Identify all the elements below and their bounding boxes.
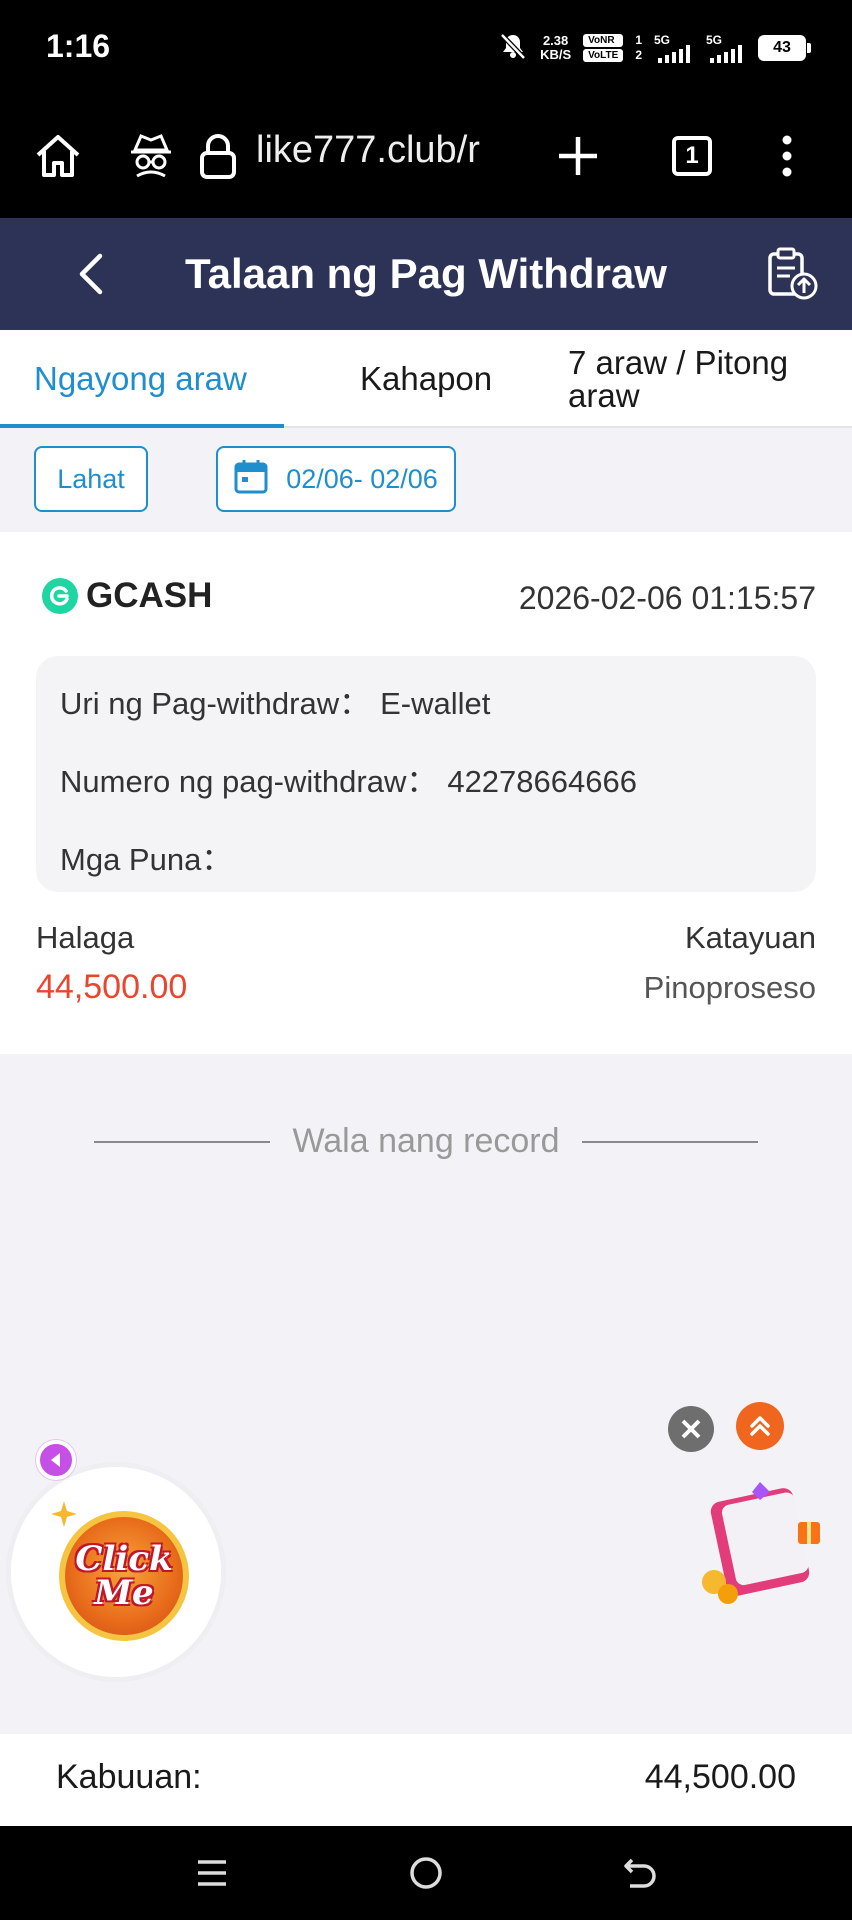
new-tab-icon[interactable]: [556, 126, 600, 186]
page-title: Talaan ng Pag Withdraw: [185, 250, 667, 297]
tab-today[interactable]: Ngayong araw: [34, 330, 247, 428]
gcash-logo-icon: [42, 578, 78, 614]
lock-icon[interactable]: [196, 126, 240, 186]
tab-yesterday[interactable]: Kahapon: [360, 330, 492, 428]
date-range-text: 02/06- 02/06: [286, 463, 438, 494]
calendar-icon: [234, 458, 268, 501]
home-nav-icon[interactable]: [396, 1848, 456, 1898]
battery-icon: 43: [758, 35, 811, 61]
record-datetime: 2026-02-06 01:15:57: [518, 580, 816, 616]
volte-indicator: VoNR VoLTE: [583, 34, 624, 62]
status-bar: 1:16 2.38 KB/S VoNR VoLTE 1 2 5G 5G 43: [0, 0, 852, 96]
record-details: Uri ng Pag-withdraw： E-wallet Numero ng p…: [36, 656, 816, 892]
gift-card-icon: [702, 1482, 820, 1604]
scroll-top-icon[interactable]: [736, 1402, 784, 1450]
signal-bars-icon: [658, 45, 690, 63]
recent-apps-icon[interactable]: [182, 1848, 242, 1898]
total-value: 44,500.00: [644, 1758, 796, 1796]
amount-label: Halaga: [36, 920, 135, 955]
mute-bell-icon: [498, 31, 528, 66]
status-value: Pinoproseso: [643, 970, 816, 1005]
signal-5g-2: 5G: [706, 33, 746, 63]
sparkle-icon: [51, 1501, 77, 1527]
no-more-records: Wala nang record: [0, 1116, 852, 1166]
back-nav-icon[interactable]: [610, 1848, 670, 1898]
system-nav-bar: [0, 1826, 852, 1920]
signal-5g-1: 5G: [654, 33, 694, 63]
click-me-text: Click Me: [75, 1539, 173, 1613]
click-me-coin: Click Me: [59, 1511, 189, 1641]
close-promo-icon[interactable]: [668, 1406, 714, 1452]
status-indicators: 2.38 KB/S VoNR VoLTE 1 2 5G 5G 43: [498, 30, 811, 66]
promo-gift-widget[interactable]: [694, 1478, 834, 1608]
all-filter-button[interactable]: Lahat: [34, 446, 148, 512]
total-label: Kabuuan:: [56, 1758, 202, 1796]
screen: 1:16 2.38 KB/S VoNR VoLTE 1 2 5G 5G 43 l…: [0, 0, 852, 1920]
withdraw-type-row: Uri ng Pag-withdraw： E-wallet: [60, 686, 491, 721]
amount-value: 44,500.00: [36, 968, 188, 1006]
signal-bars-icon: [710, 45, 742, 63]
tab-count: 1: [672, 136, 712, 176]
date-tabs: Ngayong araw Kahapon 7 araw / Pitong ara…: [0, 330, 852, 428]
incognito-icon[interactable]: [128, 126, 174, 186]
tab-switcher-button[interactable]: 1: [670, 126, 714, 186]
status-time: 1:16: [46, 28, 111, 64]
divider-right: [582, 1141, 758, 1143]
browser-toolbar: like777.club/r 1: [0, 96, 852, 218]
more-menu-icon[interactable]: [772, 126, 802, 186]
url-field[interactable]: like777.club/r: [256, 129, 484, 172]
withdraw-number-row: Numero ng pag-withdraw： 42278664666: [60, 764, 637, 799]
home-icon[interactable]: [30, 126, 86, 186]
sim-numbers: 1 2: [635, 33, 642, 62]
collapse-widget-icon[interactable]: [36, 1440, 76, 1480]
total-bar: Kabuuan: 44,500.00: [0, 1734, 852, 1826]
clipboard-upload-icon[interactable]: [764, 246, 820, 302]
provider: GCASH: [42, 576, 212, 616]
tab-seven-days[interactable]: 7 araw / Pitong araw: [568, 330, 828, 428]
network-speed: 2.38 KB/S: [540, 33, 572, 62]
withdraw-record-card[interactable]: GCASH 2026-02-06 01:15:57 Uri ng Pag-wit…: [0, 532, 852, 1054]
app-header: Talaan ng Pag Withdraw: [0, 218, 852, 330]
status-label: Katayuan: [685, 920, 816, 955]
filter-bar: Lahat 02/06- 02/06: [0, 428, 852, 532]
click-me-widget[interactable]: Click Me: [6, 1462, 226, 1682]
provider-name: GCASH: [86, 576, 213, 615]
remarks-row: Mga Puna：: [60, 842, 233, 877]
date-range-button[interactable]: 02/06- 02/06: [216, 446, 456, 512]
